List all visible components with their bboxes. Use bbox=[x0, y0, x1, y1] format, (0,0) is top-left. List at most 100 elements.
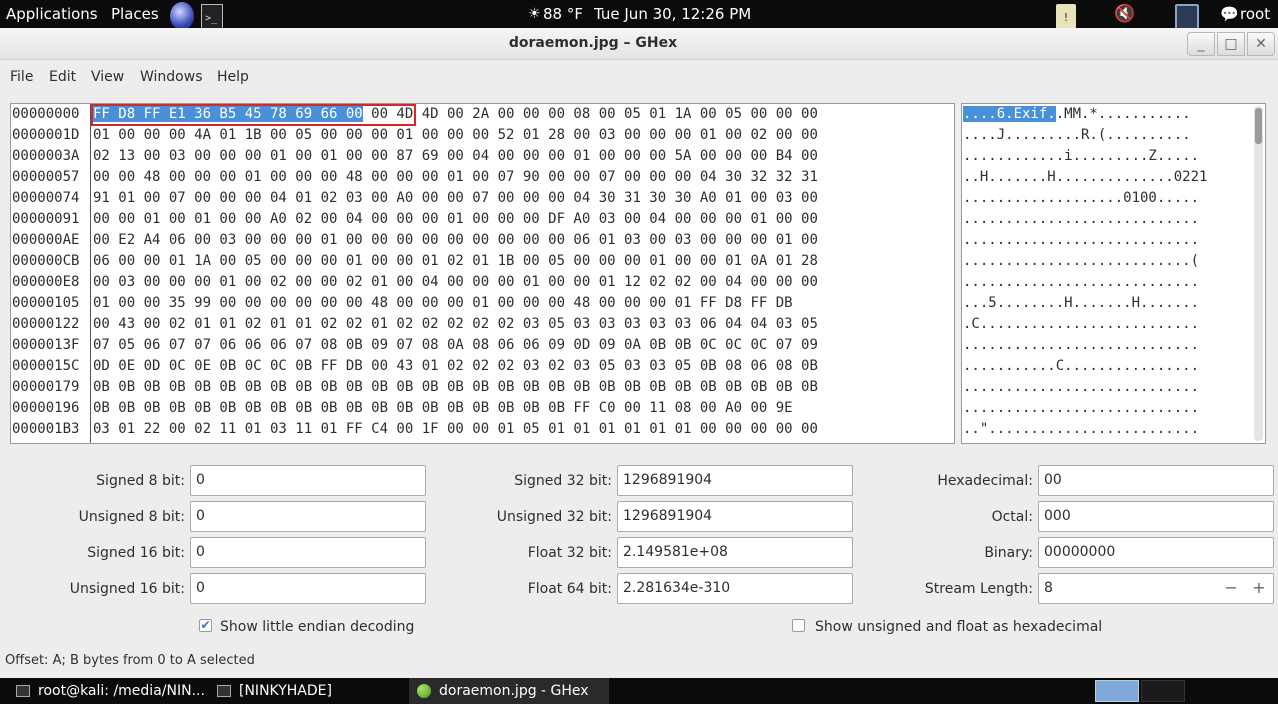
ascii-row-rest[interactable]: .MM.*........... bbox=[1056, 106, 1191, 122]
float-64-bit-label: Float 64 bit: bbox=[527, 581, 612, 597]
hex-row[interactable]: 00 43 00 02 01 01 02 01 01 02 02 01 02 0… bbox=[93, 314, 954, 335]
ascii-row[interactable]: .."......................... bbox=[963, 419, 1253, 440]
signed-32-bit-label: Signed 32 bit: bbox=[514, 473, 612, 489]
ascii-row[interactable]: ...5........H.......H....... bbox=[963, 293, 1253, 314]
hex-row[interactable]: 07 05 06 07 07 06 06 06 07 08 0B 09 07 0… bbox=[93, 335, 954, 356]
signed-16-bit-label: Signed 16 bit: bbox=[87, 545, 185, 561]
places-menu[interactable]: Places bbox=[111, 0, 159, 28]
ascii-row[interactable]: ....J.........R.(.......... bbox=[963, 125, 1253, 146]
hex-row[interactable]: 01 00 00 35 99 00 00 00 00 00 00 48 00 0… bbox=[93, 293, 954, 314]
vertical-scrollbar[interactable] bbox=[1254, 106, 1263, 441]
binary-label: Binary: bbox=[984, 545, 1033, 561]
offset-label: 00000057 bbox=[12, 169, 80, 185]
workspace-1[interactable] bbox=[1095, 680, 1139, 702]
menu-windows[interactable]: Windows bbox=[140, 69, 203, 85]
menu-file[interactable]: File bbox=[10, 69, 33, 85]
float-32-bit-label: Float 32 bit: bbox=[527, 545, 612, 561]
float-32-bit-field[interactable]: 2.149581e+08 bbox=[617, 537, 853, 568]
ascii-view[interactable]: ....6.Exif..MM.*........... ....J.......… bbox=[961, 103, 1266, 444]
hex-row[interactable]: 02 13 00 03 00 00 00 01 00 01 00 00 87 6… bbox=[93, 146, 954, 167]
ascii-row[interactable]: ............................ bbox=[963, 398, 1253, 419]
hex-bytes[interactable]: FF D8 FF E1 36 B5 45 78 69 66 00 00 4D 4… bbox=[93, 104, 954, 440]
offset-label: 0000013F bbox=[12, 337, 80, 353]
ghex-icon bbox=[417, 684, 431, 698]
unsigned-16-bit-label: Unsigned 16 bit: bbox=[69, 581, 185, 597]
ascii-row[interactable]: ............................ bbox=[963, 377, 1253, 398]
task-terminal[interactable]: root@kali: /media/NIN... bbox=[0, 678, 205, 704]
ascii-row[interactable]: ....6.Exif..MM.*........... bbox=[963, 104, 1253, 125]
window-title: doraemon.jpg – GHex bbox=[508, 35, 678, 51]
offset-label: 000000E8 bbox=[12, 274, 80, 290]
ascii-row[interactable]: ............................ bbox=[963, 272, 1253, 293]
octal-label: Octal: bbox=[991, 509, 1033, 525]
hex-row[interactable]: 0D 0E 0D 0C 0E 0B 0C 0C 0B FF DB 00 43 0… bbox=[93, 356, 954, 377]
hexadecimal-field[interactable]: 00 bbox=[1038, 465, 1274, 496]
binary-field[interactable]: 00000000 bbox=[1038, 537, 1274, 568]
chat-icon: 💬 bbox=[1220, 5, 1239, 23]
hex-row[interactable]: 91 01 00 07 00 00 00 04 01 02 03 00 A0 0… bbox=[93, 188, 954, 209]
signed-8-bit-label: Signed 8 bit: bbox=[96, 473, 185, 489]
unsigned-8-bit-field[interactable]: 0 bbox=[190, 501, 426, 532]
hex-row[interactable]: 03 01 22 00 02 11 01 03 11 01 FF C4 00 1… bbox=[93, 419, 954, 440]
volume-muted-icon[interactable]: 🔇 bbox=[1114, 0, 1135, 28]
selected-ascii[interactable]: ....6.Exif. bbox=[963, 106, 1056, 122]
task-ghex[interactable]: doraemon.jpg - GHex bbox=[409, 678, 609, 704]
clock[interactable]: Tue Jun 30, 12:26 PM bbox=[594, 0, 751, 28]
ascii-row[interactable]: ...........................( bbox=[963, 251, 1253, 272]
little-endian-label[interactable]: Show little endian decoding bbox=[220, 619, 414, 635]
menu-help[interactable]: Help bbox=[217, 69, 249, 85]
signed-16-bit-field[interactable]: 0 bbox=[190, 537, 426, 568]
applications-menu[interactable]: Applications bbox=[6, 0, 98, 28]
menu-edit[interactable]: Edit bbox=[49, 69, 76, 85]
offset-label: 0000015C bbox=[12, 358, 80, 374]
ascii-row[interactable]: ..H.......H..............0221 bbox=[963, 167, 1253, 188]
workspace-2[interactable] bbox=[1141, 680, 1185, 702]
float-64-bit-field[interactable]: 2.281634e-310 bbox=[617, 573, 853, 604]
hex-row[interactable]: 00 E2 A4 06 00 03 00 00 00 01 00 00 00 0… bbox=[93, 230, 954, 251]
window-titlebar[interactable]: doraemon.jpg – GHex _ □ ✕ bbox=[0, 28, 1278, 60]
hex-row[interactable]: 0B 0B 0B 0B 0B 0B 0B 0B 0B 0B 0B 0B 0B 0… bbox=[93, 398, 954, 419]
hexadecimal-label: Hexadecimal: bbox=[937, 473, 1033, 489]
offset-label: 000000AE bbox=[12, 232, 80, 248]
ascii-row[interactable]: ...................0100..... bbox=[963, 188, 1253, 209]
ascii-row[interactable]: .C.......................... bbox=[963, 314, 1253, 335]
increment-button[interactable]: + bbox=[1247, 573, 1271, 604]
signed-8-bit-field[interactable]: 0 bbox=[190, 465, 426, 496]
ascii-row[interactable]: ...........C................ bbox=[963, 356, 1253, 377]
ascii-text[interactable]: ....6.Exif..MM.*........... ....J.......… bbox=[963, 104, 1253, 440]
unsigned-hex-checkbox[interactable] bbox=[792, 619, 805, 632]
ascii-row[interactable]: ............................ bbox=[963, 335, 1253, 356]
menu-view[interactable]: View bbox=[91, 69, 124, 85]
window-icon bbox=[217, 685, 231, 697]
offset-label: 000000CB bbox=[12, 253, 80, 269]
scrollbar-thumb[interactable] bbox=[1255, 108, 1262, 144]
weather-temperature[interactable]: 88 °F bbox=[543, 0, 583, 28]
little-endian-checkbox[interactable]: ✔ bbox=[199, 619, 212, 632]
unsigned-32-bit-field[interactable]: 1296891904 bbox=[617, 501, 853, 532]
octal-field[interactable]: 000 bbox=[1038, 501, 1274, 532]
minimize-button[interactable]: _ bbox=[1187, 32, 1215, 56]
ascii-row[interactable]: ............................ bbox=[963, 230, 1253, 251]
ascii-row[interactable]: ............i.........Z..... bbox=[963, 146, 1253, 167]
terminal-icon bbox=[16, 685, 30, 697]
hex-view[interactable]: 00000000 0000001D 0000003A 00000057 0000… bbox=[10, 103, 955, 444]
sun-cloud-icon: ☀ bbox=[528, 6, 541, 22]
offset-label: 00000105 bbox=[12, 295, 80, 311]
signed-32-bit-field[interactable]: 1296891904 bbox=[617, 465, 853, 496]
hex-row[interactable]: 00 03 00 00 00 01 00 02 00 00 02 01 00 0… bbox=[93, 272, 954, 293]
ascii-row[interactable]: ............................ bbox=[963, 209, 1253, 230]
user-menu[interactable]: root bbox=[1240, 0, 1270, 28]
close-button[interactable]: ✕ bbox=[1247, 32, 1275, 56]
web-browser-icon[interactable] bbox=[170, 2, 194, 30]
unsigned-hex-label[interactable]: Show unsigned and float as hexadecimal bbox=[815, 619, 1102, 635]
maximize-button[interactable]: □ bbox=[1217, 32, 1245, 56]
task-ninkyhade[interactable]: [NINKYHADE] bbox=[207, 678, 407, 704]
hex-row[interactable]: 06 00 00 01 1A 00 05 00 00 00 01 00 00 0… bbox=[93, 251, 954, 272]
hex-row[interactable]: 01 00 00 00 4A 01 1B 00 05 00 00 00 01 0… bbox=[93, 125, 954, 146]
hex-row-rest[interactable]: 00 4D 4D 00 2A 00 00 00 08 00 05 01 1A 0… bbox=[363, 106, 818, 122]
unsigned-16-bit-field[interactable]: 0 bbox=[190, 573, 426, 604]
decrement-button[interactable]: − bbox=[1219, 573, 1243, 604]
hex-row[interactable]: 00 00 48 00 00 00 01 00 00 00 48 00 00 0… bbox=[93, 167, 954, 188]
hex-row[interactable]: 0B 0B 0B 0B 0B 0B 0B 0B 0B 0B 0B 0B 0B 0… bbox=[93, 377, 954, 398]
hex-row[interactable]: 00 00 01 00 01 00 00 A0 02 00 04 00 00 0… bbox=[93, 209, 954, 230]
